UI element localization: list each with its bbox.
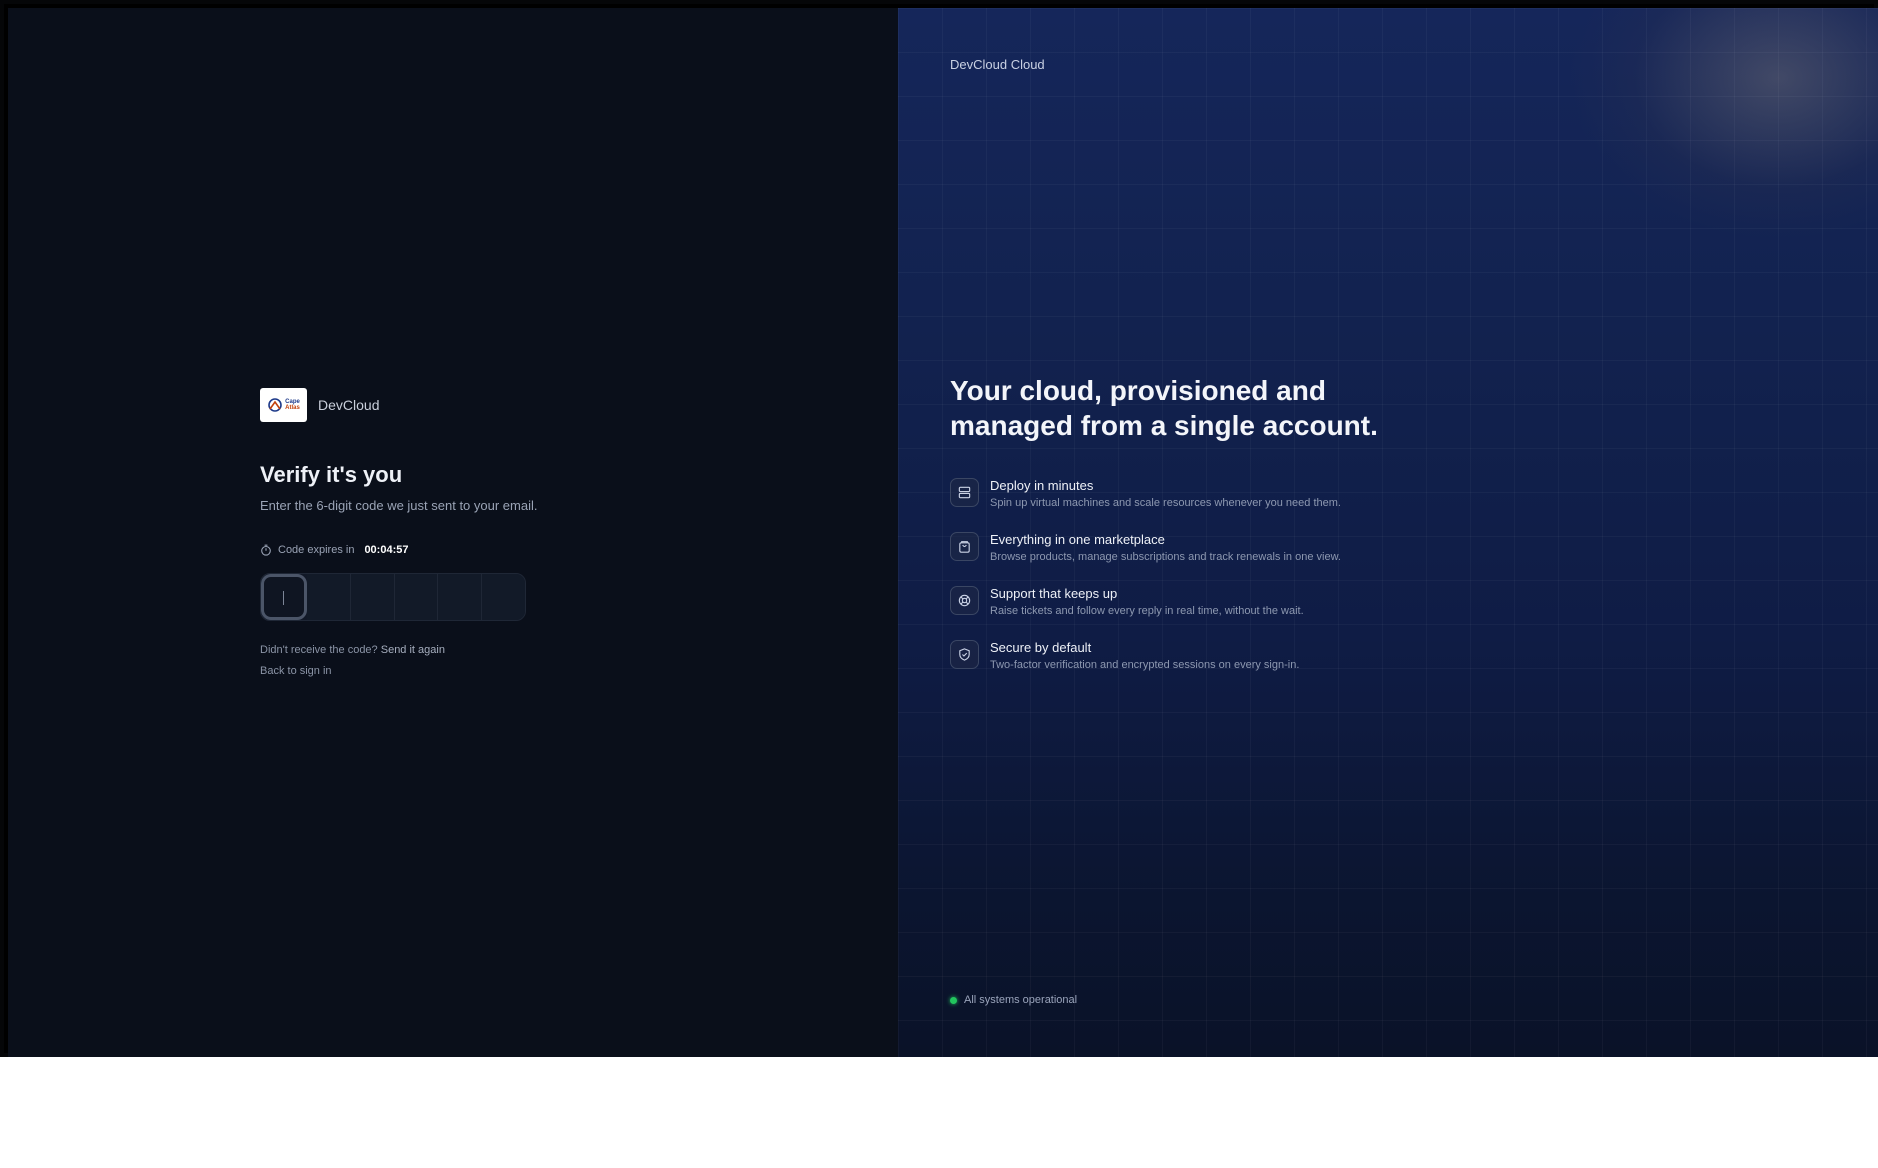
- otp-digit-5[interactable]: [438, 574, 483, 620]
- otp-digit-3[interactable]: [350, 574, 395, 620]
- page-title: Verify it's you: [260, 462, 403, 487]
- lifebuoy-icon: [950, 586, 979, 615]
- brand-name: DevCloud: [318, 397, 380, 413]
- back-to-sign-in-link[interactable]: Back to sign in: [260, 665, 332, 677]
- otp-digit-2[interactable]: [307, 574, 351, 620]
- feature-title: Everything in one marketplace: [990, 532, 1165, 547]
- feature-desc: Raise tickets and follow every reply in …: [990, 605, 1304, 617]
- timer-icon: [261, 544, 271, 556]
- feature-list: Deploy in minutes Spin up virtual machin…: [950, 478, 1370, 694]
- verification-panel: Cape Atlas DevCloud Verify it's you Ente…: [8, 8, 898, 1057]
- logo-text-2: Atlas: [285, 405, 300, 411]
- expiry-timer: 00:04:57: [364, 544, 409, 556]
- feature-desc: Spin up virtual machines and scale resou…: [990, 497, 1341, 509]
- otp-input-group: [260, 573, 526, 621]
- shopping-bag-icon: [950, 532, 979, 561]
- page-subtitle: Enter the 6-digit code we just sent to y…: [260, 498, 538, 513]
- feature-item: Secure by default Two-factor verificatio…: [950, 640, 1370, 672]
- feature-item: Deploy in minutes Spin up virtual machin…: [950, 478, 1370, 510]
- otp-digit-4[interactable]: [394, 574, 439, 620]
- otp-digit-1[interactable]: [261, 574, 307, 620]
- server-icon: [950, 478, 979, 507]
- marketing-panel: DevCloud Cloud Your cloud, provisioned a…: [898, 8, 1878, 1057]
- feature-item: Everything in one marketplace Browse pro…: [950, 532, 1370, 564]
- logo-mark-icon: [268, 398, 282, 412]
- feature-title: Deploy in minutes: [990, 478, 1094, 493]
- resend-prompt: Didn't receive the code?: [260, 644, 378, 656]
- shield-check-icon: [950, 640, 979, 669]
- code-expiry: Code expires in 00:04:57: [260, 544, 408, 556]
- feature-desc: Browse products, manage subscriptions an…: [990, 551, 1341, 563]
- resend-row: Didn't receive the code? Send it again: [260, 644, 445, 656]
- feature-title: Support that keeps up: [990, 586, 1118, 601]
- resend-link[interactable]: Send it again: [381, 644, 445, 656]
- status-dot-icon: [950, 996, 957, 1004]
- headline: Your cloud, provisioned and managed from…: [950, 375, 1378, 441]
- feature-item: Support that keeps up Raise tickets and …: [950, 586, 1370, 618]
- expiry-label: Code expires in: [278, 544, 355, 556]
- feature-title: Secure by default: [990, 640, 1092, 655]
- status-text: All systems operational: [964, 994, 1078, 1006]
- feature-desc: Two-factor verification and encrypted se…: [990, 659, 1300, 671]
- system-status: All systems operational: [950, 994, 1077, 1006]
- panel-brand: DevCloud Cloud: [950, 57, 1045, 72]
- company-logo: Cape Atlas: [260, 388, 307, 422]
- otp-digit-6[interactable]: [482, 574, 525, 620]
- brand: Cape Atlas DevCloud: [260, 388, 379, 422]
- app-window: Cape Atlas DevCloud Verify it's you Ente…: [0, 0, 1878, 1057]
